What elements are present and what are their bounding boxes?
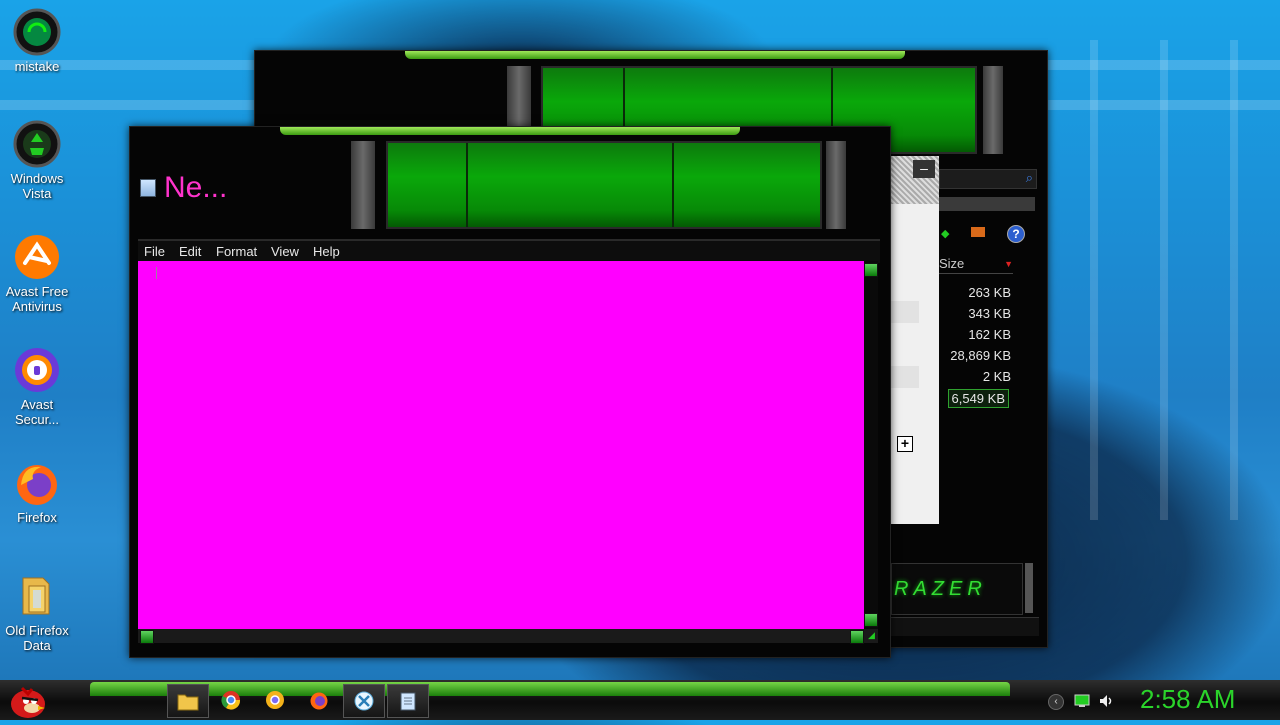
taskbar-item-chrome[interactable]	[211, 684, 251, 716]
angry-birds-icon	[11, 686, 45, 718]
notepad-window: Ne... File Edit Format View Help ◢	[129, 126, 891, 658]
text-editor[interactable]	[138, 261, 864, 629]
desktop-icon-windows-vista[interactable]: Windows Vista	[0, 120, 74, 201]
network-icon[interactable]	[1074, 694, 1090, 711]
frame-pillar	[351, 141, 375, 229]
scroll-up-button[interactable]	[864, 263, 878, 277]
desktop-icon-avast-free-antivirus[interactable]: Avast Free Antivirus	[0, 233, 74, 314]
taskbar-clock[interactable]: 2:58 AM	[1140, 684, 1235, 715]
desktop-icon-label: Avast Secur...	[14, 397, 60, 427]
expand-button[interactable]: +	[897, 436, 913, 452]
scroll-down-button[interactable]	[864, 613, 878, 627]
desktop-icon-label: Old Firefox Data	[5, 623, 69, 653]
desktop-icon-label: Firefox	[17, 510, 57, 525]
desktop-icon-avast-secure[interactable]: Avast Secur...	[0, 346, 74, 427]
file-size-cell[interactable]: 263 KB	[968, 285, 1011, 300]
toolbar-strip	[939, 197, 1035, 211]
file-size-cell[interactable]: 162 KB	[968, 327, 1011, 342]
status-dot-icon: ◆	[941, 228, 950, 240]
start-button[interactable]	[4, 682, 48, 720]
wallpaper-stripe	[1160, 40, 1168, 520]
file-size-cell[interactable]: 343 KB	[968, 306, 1011, 321]
menu-view[interactable]: View	[271, 244, 299, 259]
chrome-icon	[221, 691, 241, 710]
scroll-left-button[interactable]	[140, 630, 154, 644]
resize-grip-icon[interactable]: ◢	[868, 630, 875, 641]
firefox-icon	[13, 459, 61, 507]
desktop-icon-firefox[interactable]: Firefox	[0, 459, 74, 525]
wallpaper-stripe	[1230, 40, 1238, 520]
razer-banner: RAZER	[891, 563, 1023, 615]
wallpaper-stripe	[1090, 40, 1098, 520]
frame-pillar	[983, 66, 1003, 154]
desktop-icon-label: Windows Vista	[10, 171, 64, 201]
desktop-icon-label: mistake	[14, 59, 60, 74]
search-input[interactable]: ⌕	[939, 169, 1037, 189]
explorer-details-pane: – +	[891, 156, 939, 524]
taskbar-item-xbox[interactable]	[343, 684, 385, 718]
window-title: Ne...	[164, 171, 228, 204]
xbox-icon	[354, 691, 374, 711]
horizontal-scrollbar[interactable]: ◢	[138, 629, 878, 644]
notepad-icon	[400, 692, 416, 711]
chevron-left-icon[interactable]: ‹	[1048, 694, 1064, 710]
menu-bar: File Edit Format View Help	[138, 239, 880, 263]
desktop-icon-mistake[interactable]: mistake	[0, 8, 74, 74]
column-header-size[interactable]: Size ▼	[939, 255, 1013, 274]
search-icon: ⌕	[1025, 170, 1033, 185]
minimize-button[interactable]: –	[913, 160, 935, 178]
scroll-right-button[interactable]	[850, 630, 864, 644]
help-icon[interactable]: ?	[1007, 225, 1025, 243]
column-header-label: Size	[939, 256, 965, 271]
preview-icon[interactable]	[971, 227, 985, 237]
razer-logo-text: RAZER	[894, 578, 987, 600]
taskbar-item-chrome-canary[interactable]	[255, 684, 295, 716]
taskbar-item-file-explorer[interactable]	[167, 684, 209, 718]
avast-icon	[13, 233, 61, 281]
taskbar-item-firefox[interactable]	[299, 684, 339, 716]
menu-help[interactable]: Help	[313, 244, 340, 259]
file-size-cell-selected[interactable]: 6,549 KB	[947, 389, 1009, 408]
menu-format[interactable]: Format	[216, 244, 257, 259]
desktop-icon-label: Avast Free Antivirus	[5, 284, 69, 314]
title-accent	[280, 127, 740, 135]
folder-icon	[13, 572, 61, 620]
text-cursor	[156, 267, 157, 279]
explorer-scrollbar[interactable]	[1025, 563, 1033, 613]
avast-secure-browser-icon	[13, 346, 61, 394]
desktop-icon-old-firefox-data[interactable]: Old Firefox Data	[0, 572, 74, 653]
firefox-icon	[310, 692, 328, 710]
frame-pillar	[826, 141, 846, 229]
menu-file[interactable]: File	[144, 244, 165, 259]
file-size-cell[interactable]: 28,869 KB	[950, 348, 1011, 363]
vertical-scrollbar[interactable]	[864, 261, 878, 629]
explorer-statusbar	[891, 617, 1039, 636]
menu-edit[interactable]: Edit	[179, 244, 201, 259]
razer-orb-icon	[13, 8, 61, 56]
sort-arrow-icon: ▼	[1004, 259, 1013, 269]
recycle-bin-icon	[13, 120, 61, 168]
taskbar-item-notepad[interactable]	[387, 684, 429, 718]
folder-icon	[177, 694, 199, 711]
volume-icon[interactable]	[1098, 693, 1114, 712]
chrome-canary-icon	[266, 691, 284, 709]
notepad-icon	[140, 179, 156, 197]
titlebar-panel	[386, 141, 822, 229]
file-size-cell[interactable]: 2 KB	[983, 369, 1011, 384]
title-accent	[405, 51, 905, 59]
